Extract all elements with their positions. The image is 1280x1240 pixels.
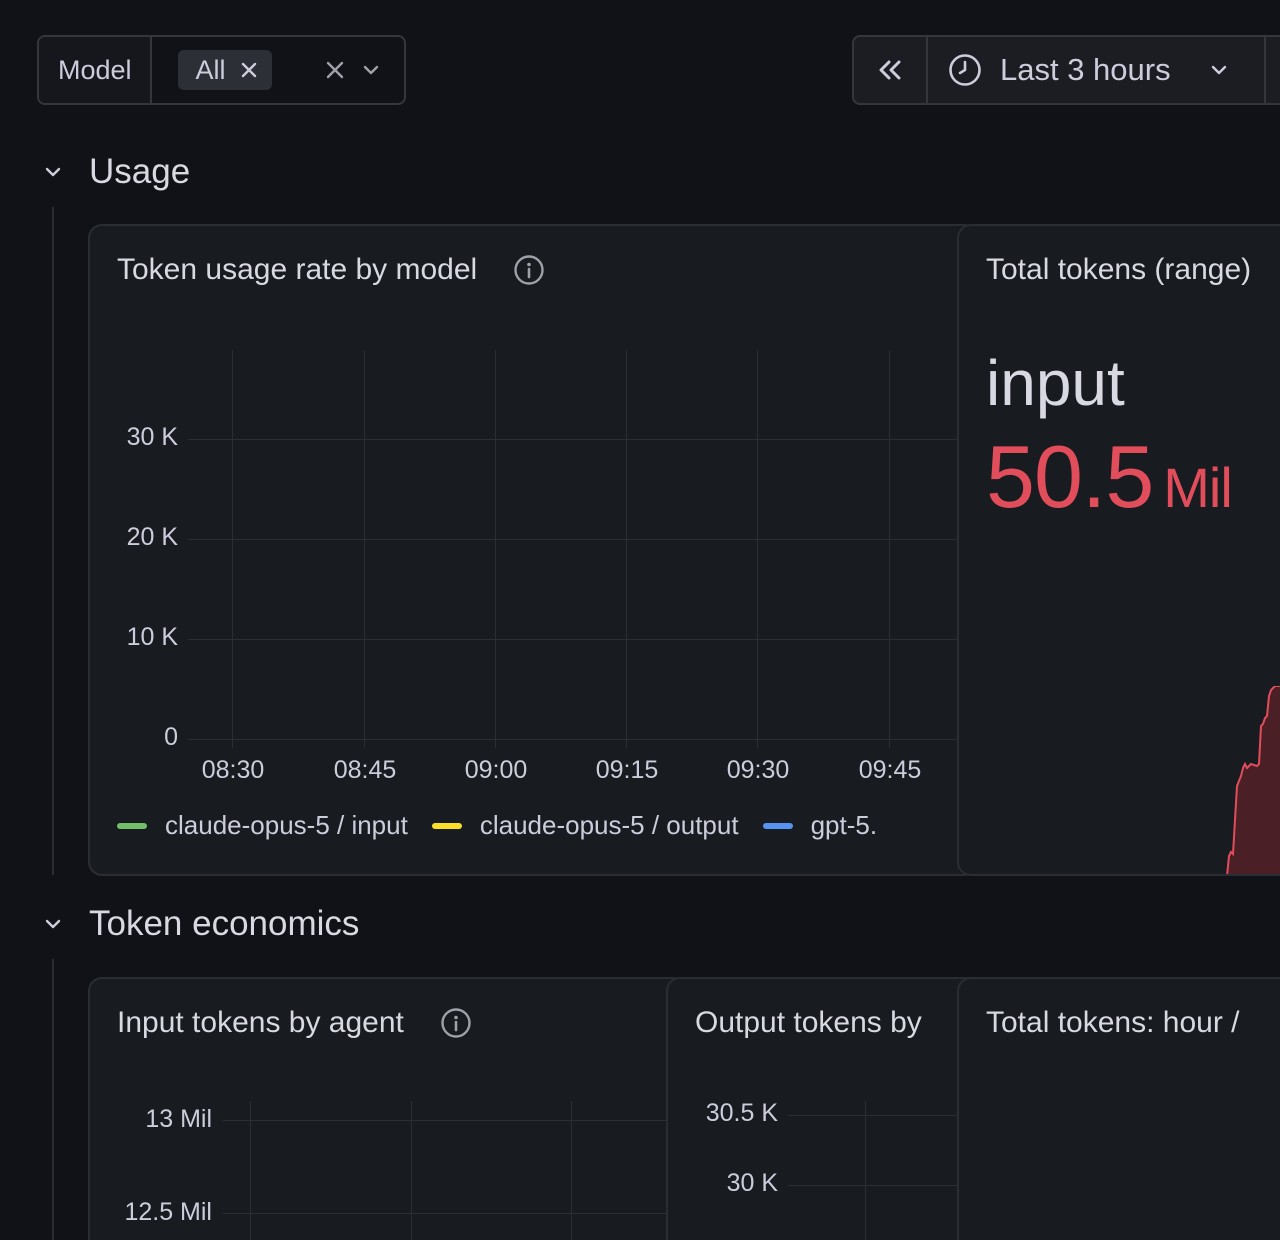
legend-label: gpt-5. xyxy=(810,810,878,840)
y-tick-label: 12.5 Mil xyxy=(124,1198,212,1226)
info-icon[interactable] xyxy=(440,1007,472,1039)
panel-title: Total tokens (range) xyxy=(986,253,1251,287)
y-tick-label: 30.5 K xyxy=(705,1099,778,1127)
legend-label: claude-opus-5 / input xyxy=(165,810,408,840)
model-variable-picker: Model All xyxy=(37,35,406,105)
grid-line xyxy=(250,1101,251,1240)
panel-token-usage-rate: Token usage rate by model 30 K 20 K 10 K… xyxy=(88,224,978,876)
time-shift-back-button[interactable] xyxy=(854,37,928,103)
x-tick-label: 09:45 xyxy=(858,756,922,784)
grid-line xyxy=(411,1101,412,1240)
panel-title: Total tokens: hour / xyxy=(986,1006,1239,1040)
sparkline-area xyxy=(1226,686,1280,874)
grid-line xyxy=(188,439,976,440)
y-tick-label: 13 Mil xyxy=(145,1105,212,1133)
stat-unit: Mil xyxy=(1163,456,1233,519)
clock-icon xyxy=(949,54,981,86)
x-tick-label: 09:30 xyxy=(726,756,790,784)
panel-title-text: Total tokens (range) xyxy=(986,253,1252,286)
y-tick-label: 0 xyxy=(164,723,178,751)
info-icon[interactable] xyxy=(513,254,545,286)
y-tick-label: 30 K xyxy=(726,1169,778,1197)
grid-line xyxy=(232,350,233,748)
double-chevron-left-icon xyxy=(879,60,901,80)
grid-line xyxy=(223,1213,683,1214)
model-variable-label: Model xyxy=(39,37,152,103)
stat-number: 50.5 xyxy=(986,427,1154,526)
panel-title-text: Output tokens by xyxy=(695,1006,922,1039)
remove-chip-icon[interactable] xyxy=(240,61,258,79)
stat-sparkline xyxy=(1226,686,1280,874)
y-tick-label: 10 K xyxy=(126,623,178,651)
panel-title-text: Input tokens by agent xyxy=(117,1006,404,1039)
time-range-picker: Last 3 hours xyxy=(852,35,1280,105)
time-range-label: Last 3 hours xyxy=(1000,52,1171,87)
panel-title-text: Token usage rate by model xyxy=(117,253,478,286)
row-collapse-icon[interactable] xyxy=(40,161,66,183)
stat-label: input xyxy=(986,347,1125,419)
x-tick-label: 09:15 xyxy=(595,756,659,784)
panel-title: Output tokens by xyxy=(695,1006,922,1040)
row-title: Usage xyxy=(89,152,191,191)
row-rail xyxy=(52,959,54,1240)
y-tick-label: 30 K xyxy=(126,423,178,451)
clear-all-icon[interactable] xyxy=(324,59,346,81)
panel-total-tokens-range: Total tokens (range) input 50.5 Mil xyxy=(957,224,1280,876)
panel-input-tokens-by-agent: Input tokens by agent 13 Mil 12.5 Mil xyxy=(88,977,688,1240)
row-header-token-economics[interactable]: Token economics xyxy=(40,904,359,944)
time-range-button[interactable]: Last 3 hours xyxy=(928,37,1266,103)
grid-line xyxy=(865,1101,866,1240)
grid-line xyxy=(188,639,976,640)
chevron-down-icon[interactable] xyxy=(361,59,381,81)
grid-line xyxy=(223,1120,683,1121)
row-collapse-icon[interactable] xyxy=(40,913,66,935)
chart-legend: claude-opus-5 / input claude-opus-5 / ou… xyxy=(117,810,901,841)
model-selected-value: All xyxy=(195,54,226,85)
stat-value: 50.5 Mil xyxy=(986,426,1233,528)
legend-item[interactable]: gpt-5. xyxy=(762,810,878,841)
x-tick-label: 09:00 xyxy=(464,756,528,784)
grid-line xyxy=(495,350,496,748)
legend-item[interactable]: claude-opus-5 / output xyxy=(431,810,739,841)
x-tick-label: 08:30 xyxy=(201,756,265,784)
legend-swatch xyxy=(431,822,462,829)
grid-line xyxy=(188,739,976,740)
grid-line xyxy=(626,350,627,748)
grid-line xyxy=(571,1101,572,1240)
panel-title-text: Total tokens: hour / xyxy=(986,1006,1240,1039)
row-header-usage[interactable]: Usage xyxy=(40,152,190,192)
row-rail xyxy=(52,207,54,875)
y-tick-label: 20 K xyxy=(126,523,178,551)
row-title: Token economics xyxy=(89,904,360,943)
panel-title: Input tokens by agent xyxy=(117,1006,472,1040)
grid-line xyxy=(757,350,758,748)
panel-output-tokens-by-agent: Output tokens by 30.5 K 30 K xyxy=(666,977,986,1240)
panel-total-tokens-hourly: Total tokens: hour / xyxy=(957,977,1280,1240)
x-tick-label: 08:45 xyxy=(333,756,397,784)
model-selected-chip[interactable]: All xyxy=(177,50,272,90)
legend-swatch xyxy=(762,822,793,829)
grid-line xyxy=(188,539,976,540)
grid-line xyxy=(364,350,365,748)
legend-item[interactable]: claude-opus-5 / input xyxy=(117,810,408,841)
panel-title: Token usage rate by model xyxy=(117,253,545,287)
legend-swatch xyxy=(117,822,147,829)
legend-label: claude-opus-5 / output xyxy=(479,810,739,840)
chevron-down-icon xyxy=(1211,65,1226,75)
grid-line xyxy=(889,350,890,748)
